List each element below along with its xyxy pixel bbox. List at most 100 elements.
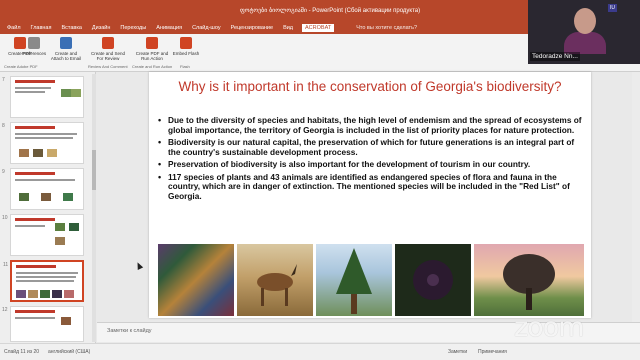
- tab-acrobat[interactable]: ACROBAT: [302, 24, 335, 32]
- slide-title: Why is it important in the conservation …: [178, 79, 562, 94]
- tab-animations[interactable]: Анимация: [155, 25, 183, 31]
- group-create-run-action: Create and Run Action: [132, 64, 173, 69]
- preferences-label: Preferences: [21, 51, 47, 56]
- action-icon: [146, 37, 158, 49]
- thumbnail-text-line: [15, 137, 73, 139]
- thumbnail-number: 8: [2, 123, 5, 129]
- notes-placeholder: Заметки к слайду: [107, 328, 152, 334]
- bullet-item: 117 species of plants and 43 animals are…: [157, 172, 585, 202]
- notes-toggle[interactable]: Заметки: [448, 349, 467, 355]
- slide-thumbnail[interactable]: 12: [2, 306, 84, 342]
- bullet-item: Due to the diversity of species and habi…: [157, 115, 585, 135]
- comments-toggle[interactable]: Примечания: [478, 349, 507, 355]
- current-slide[interactable]: Why is it important in the conservation …: [149, 72, 591, 318]
- mail-icon: [60, 37, 72, 49]
- window-title: ფოტოები ბიოლოგიაში - PowerPoint (Сбой ак…: [239, 8, 421, 14]
- preferences-button[interactable]: Preferences: [16, 37, 52, 56]
- tab-view[interactable]: Вид: [282, 25, 294, 31]
- black-flower-photo: [395, 244, 471, 316]
- university-logo-icon: IU: [608, 4, 617, 12]
- thumbnail-text-line: [15, 225, 45, 227]
- review-icon: [102, 37, 114, 49]
- slide-thumbnail-selected[interactable]: 11: [3, 260, 84, 302]
- scrollbar-thumb[interactable]: [92, 150, 96, 190]
- thumbnail-title-bar: [15, 172, 55, 175]
- thumbnail-number: 10: [2, 215, 8, 221]
- thumbnail-text-line: [15, 133, 77, 135]
- bullet-item: Biodiversity is our natural capital, the…: [157, 137, 585, 157]
- thumbnail-text-line: [16, 280, 74, 282]
- thumbnail-title-bar: [15, 310, 55, 313]
- tab-design[interactable]: Дизайн: [91, 25, 112, 31]
- create-pdf-run-action-label: Create PDF and Run Action: [135, 51, 169, 61]
- tab-slideshow[interactable]: Слайд-шоу: [191, 25, 222, 31]
- group-review-comment: Review And Comment: [88, 64, 128, 69]
- thumbnail-photo: [40, 290, 50, 298]
- thumbnail-photo: [28, 290, 38, 298]
- participant-name: Tedoradze Nn...: [530, 52, 580, 61]
- thumbnail-photo: [55, 237, 65, 245]
- thumbnail-title-bar: [15, 80, 55, 83]
- canvas-scrollbar[interactable]: [632, 72, 640, 322]
- tab-insert[interactable]: Вставка: [60, 25, 82, 31]
- thumbnail-photo: [55, 223, 65, 231]
- thumbnails-scrollbar[interactable]: [92, 74, 96, 342]
- slide-bullet-list: Due to the diversity of species and habi…: [157, 115, 585, 204]
- embed-flash-button[interactable]: Embed Flash: [168, 37, 204, 56]
- thumbnail-photo: [33, 149, 43, 157]
- oak-tree-icon: [503, 254, 555, 310]
- embed-flash-label: Embed Flash: [172, 51, 200, 56]
- slide-thumbnail[interactable]: 9: [2, 168, 84, 210]
- tab-file[interactable]: Файл: [6, 25, 22, 31]
- tree-photo: [316, 244, 392, 316]
- gazelle-shape-icon: [257, 264, 297, 306]
- create-send-review-label: Create and Send For Review: [90, 51, 126, 61]
- thumbnail-title-bar: [16, 265, 56, 268]
- thumbnail-text-line: [15, 91, 45, 93]
- group-create-adobe-pdf: Create Adobe PDF: [4, 64, 38, 69]
- thumbnail-number: 9: [2, 169, 5, 175]
- thumbnail-text-line: [16, 276, 76, 278]
- tab-transitions[interactable]: Переходы: [119, 25, 147, 31]
- thumbnail-number: 11: [3, 262, 9, 268]
- thumbnail-text-line: [16, 272, 78, 274]
- thumbnail-photo: [47, 149, 57, 157]
- thumbnail-photo: [52, 290, 62, 298]
- flash-icon: [180, 37, 192, 49]
- thumbnail-photo: [61, 317, 71, 325]
- thumbnail-photo: [64, 290, 74, 298]
- tell-me-search[interactable]: Что вы хотите сделать?: [356, 25, 417, 31]
- create-pdf-run-action-button[interactable]: Create PDF and Run Action: [134, 37, 170, 61]
- thumbnail-photo: [63, 193, 73, 201]
- group-flash: Flash: [180, 64, 190, 69]
- thumbnail-photo: [19, 149, 29, 157]
- create-send-review-button[interactable]: Create and Send For Review: [90, 37, 126, 61]
- tab-home[interactable]: Главная: [30, 25, 53, 31]
- participant-figure: [564, 6, 606, 54]
- thumbnail-photo: [61, 89, 71, 97]
- thumbnail-photo: [19, 193, 29, 201]
- thumbnail-title-bar: [15, 126, 55, 129]
- language-indicator[interactable]: английский (США): [48, 349, 90, 355]
- zoom-watermark: zoom: [514, 312, 585, 343]
- thumbnail-photo: [16, 290, 26, 298]
- create-attach-email-button[interactable]: Create and Attach to Email: [48, 37, 84, 61]
- slide-thumbnails-pane: 7 8 9 10 11 12: [0, 72, 96, 344]
- participant-video[interactable]: IU Tedoradze Nn...: [528, 0, 640, 64]
- thumbnail-number: 12: [2, 307, 8, 313]
- create-attach-email-label: Create and Attach to Email: [50, 51, 82, 61]
- gazelle-photo: [237, 244, 313, 316]
- animal-collage-photo: [158, 244, 234, 316]
- slide-position: Слайд 11 из 20: [4, 349, 40, 355]
- thumbnail-title-bar: [15, 218, 55, 221]
- slide-thumbnail[interactable]: 8: [2, 122, 84, 164]
- thumbnail-photo: [41, 193, 51, 201]
- status-bar: Слайд 11 из 20 английский (США) Заметки …: [0, 343, 640, 360]
- slide-thumbnail[interactable]: 10: [2, 214, 84, 256]
- tab-review[interactable]: Рецензирование: [230, 25, 274, 31]
- thumbnail-text-line: [15, 87, 51, 89]
- thumbnail-number: 7: [2, 77, 5, 83]
- thumbnail-photo: [71, 89, 81, 97]
- sunset-tree-photo: [474, 244, 584, 316]
- slide-thumbnail[interactable]: 7: [2, 76, 84, 118]
